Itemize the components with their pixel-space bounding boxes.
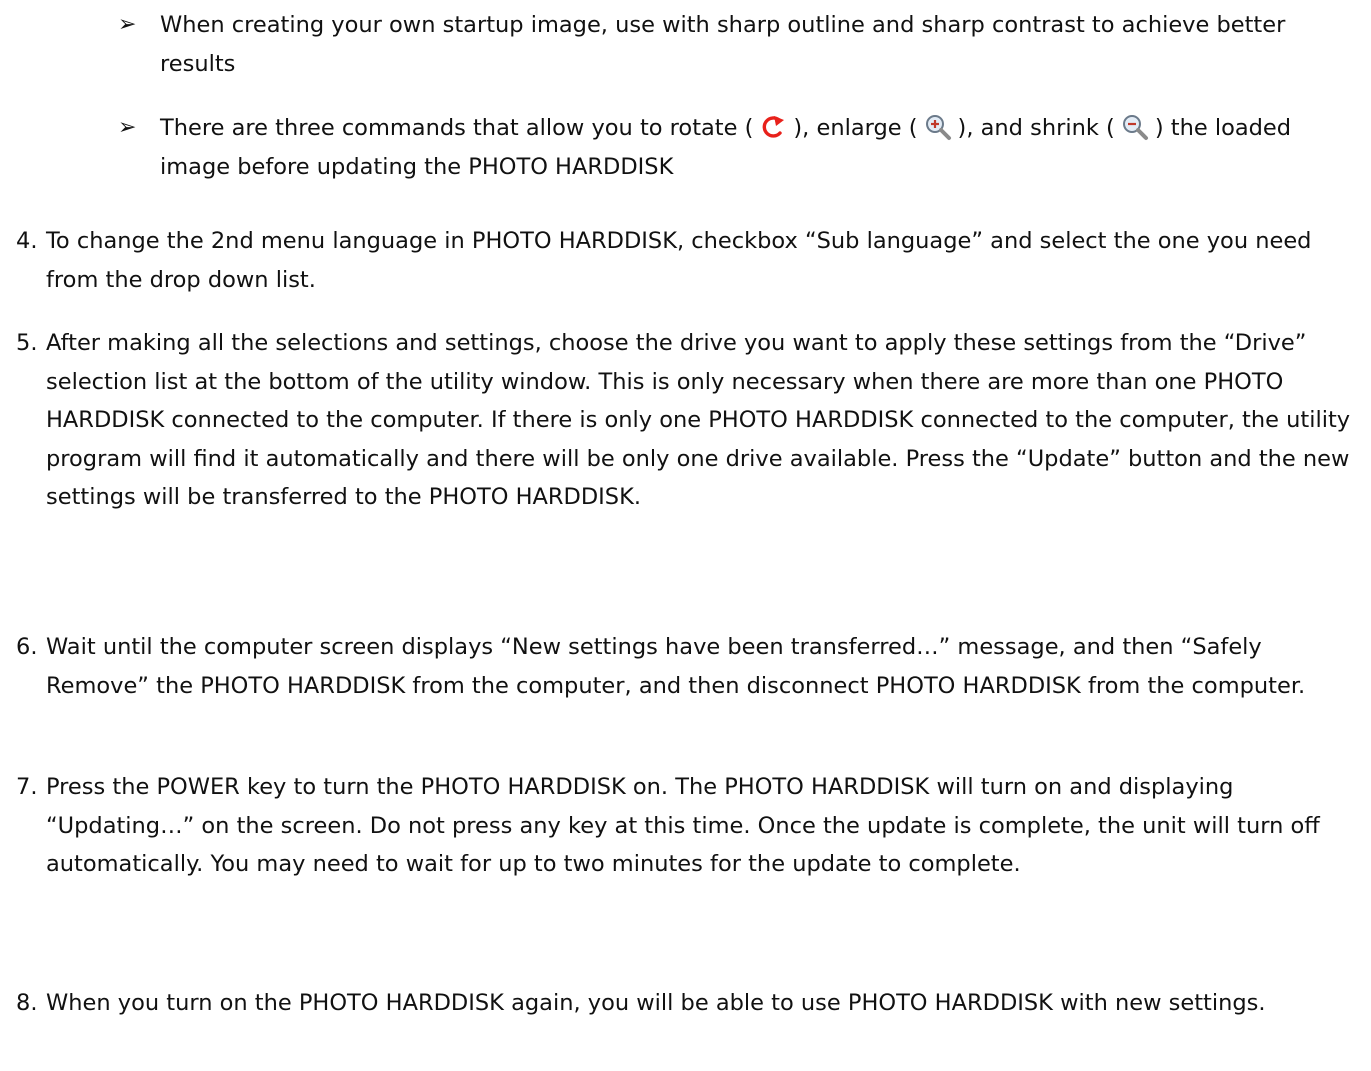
step-item-5: 5. After making all the selections and s… (16, 324, 1361, 517)
document-page: ➢ When creating your own startup image, … (0, 0, 1371, 1071)
zoom-out-icon (1122, 115, 1148, 140)
arrow-bullet-icon: ➢ (118, 115, 137, 140)
step-number: 6. (16, 634, 38, 660)
zoom-in-icon (925, 115, 951, 140)
bullet-text-part: ), enlarge ( (793, 115, 918, 141)
step-text: When you turn on the PHOTO HARDDISK agai… (46, 990, 1266, 1016)
step-number: 7. (16, 774, 38, 800)
step-text: Wait until the computer screen displays … (46, 634, 1306, 699)
step-item-4: 4. To change the 2nd menu language in PH… (16, 222, 1361, 299)
step-text: Press the POWER key to turn the PHOTO HA… (46, 774, 1320, 877)
bullet-item: ➢ When creating your own startup image, … (118, 6, 1358, 83)
bullet-text-part: There are three commands that allow you … (160, 115, 754, 141)
step-text: To change the 2nd menu language in PHOTO… (46, 228, 1312, 293)
step-item-6: 6. Wait until the computer screen displa… (16, 628, 1361, 705)
step-number: 8. (16, 990, 38, 1016)
step-number: 4. (16, 228, 38, 254)
bullet-item-commands: ➢ There are three commands that allow yo… (118, 109, 1368, 186)
arrow-bullet-icon: ➢ (118, 12, 137, 37)
bullet-text-part: ), and shrink ( (957, 115, 1115, 141)
bullet-text: When creating your own startup image, us… (160, 12, 1286, 77)
rotate-icon (763, 116, 785, 138)
step-number: 5. (16, 330, 38, 356)
step-item-8: 8. When you turn on the PHOTO HARDDISK a… (16, 984, 1361, 1023)
step-item-7: 7. Press the POWER key to turn the PHOTO… (16, 768, 1361, 884)
bullet-text: There are three commands that allow you … (160, 109, 1368, 186)
step-text: After making all the selections and sett… (46, 330, 1351, 510)
